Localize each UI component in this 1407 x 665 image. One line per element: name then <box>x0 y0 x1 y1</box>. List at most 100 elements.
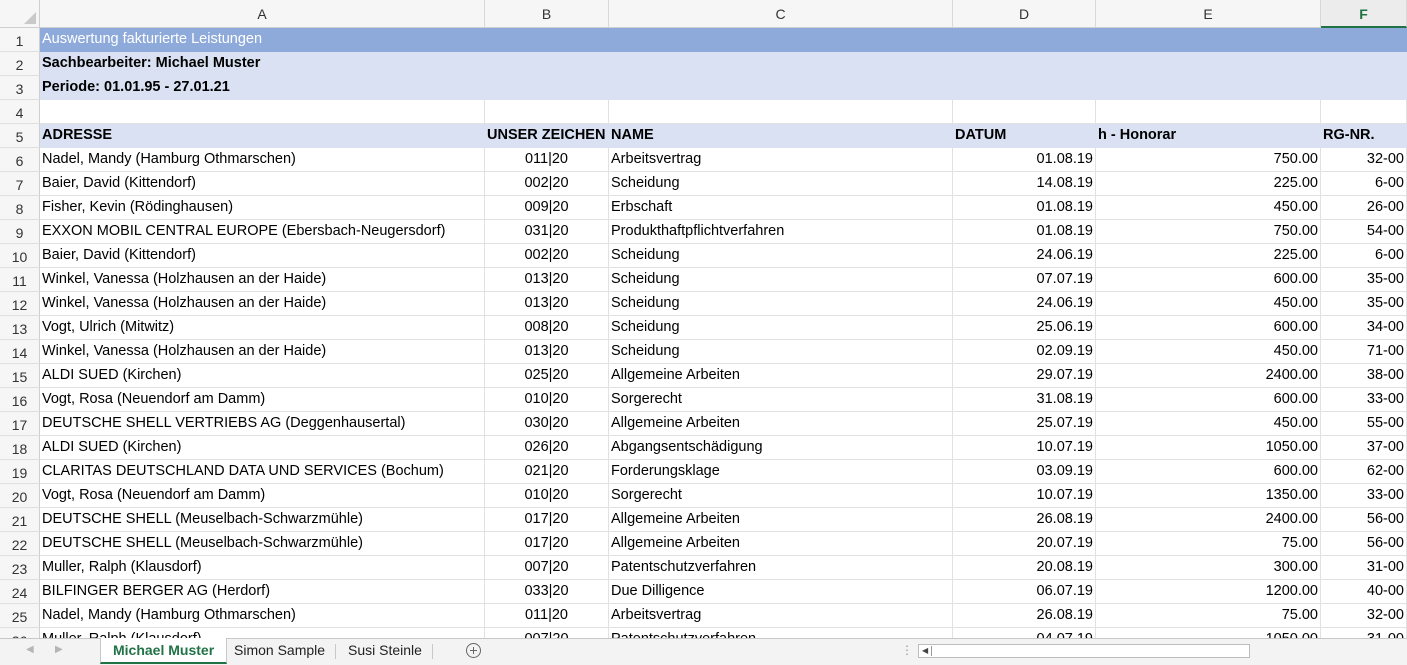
sheet-tab-simon-sample[interactable]: Simon Sample <box>222 638 337 664</box>
cell-adresse[interactable]: Nadel, Mandy (Hamburg Othmarschen) <box>40 604 485 628</box>
column-header-e[interactable]: E <box>1096 0 1321 28</box>
cell-honorar[interactable]: 1050.00 <box>1096 628 1321 638</box>
row-number[interactable]: 11 <box>0 268 40 292</box>
cell-adresse[interactable]: Vogt, Rosa (Neuendorf am Damm) <box>40 484 485 508</box>
empty-cell[interactable] <box>953 100 1096 124</box>
clerk-cell[interactable]: Sachbearbeiter: Michael Muster <box>40 52 1407 76</box>
cell-datum[interactable]: 25.07.19 <box>953 412 1096 436</box>
cell-adresse[interactable]: Baier, David (Kittendorf) <box>40 172 485 196</box>
cell-name[interactable]: Arbeitsvertrag <box>609 604 953 628</box>
split-handle-icon[interactable]: ⋮ <box>901 643 913 657</box>
row-number[interactable]: 26 <box>0 628 40 638</box>
row-number[interactable]: 24 <box>0 580 40 604</box>
cell-rg-nr[interactable]: 32-00 <box>1321 148 1407 172</box>
cell-name[interactable]: Sorgerecht <box>609 484 953 508</box>
cell-datum[interactable]: 31.08.19 <box>953 388 1096 412</box>
period-cell[interactable]: Periode: 01.01.95 - 27.01.21 <box>40 76 1407 100</box>
cell-rg-nr[interactable]: 54-00 <box>1321 220 1407 244</box>
cell-adresse[interactable]: ALDI SUED (Kirchen) <box>40 364 485 388</box>
cell-rg-nr[interactable]: 35-00 <box>1321 292 1407 316</box>
cell-datum[interactable]: 01.08.19 <box>953 220 1096 244</box>
cell-honorar[interactable]: 1200.00 <box>1096 580 1321 604</box>
empty-cell[interactable] <box>485 100 609 124</box>
sheet-tab-michael-muster[interactable]: Michael Muster <box>100 638 228 664</box>
cell-datum[interactable]: 01.08.19 <box>953 148 1096 172</box>
row-number[interactable]: 2 <box>0 52 40 76</box>
cell-honorar[interactable]: 450.00 <box>1096 292 1321 316</box>
cell-adresse[interactable]: Nadel, Mandy (Hamburg Othmarschen) <box>40 148 485 172</box>
cell-name[interactable]: Erbschaft <box>609 196 953 220</box>
cell-adresse[interactable]: ALDI SUED (Kirchen) <box>40 436 485 460</box>
row-number[interactable]: 5 <box>0 124 40 148</box>
scroll-thumb[interactable] <box>931 646 932 656</box>
report-title-cell[interactable]: Auswertung fakturierte Leistungen <box>40 28 1407 52</box>
cell-datum[interactable]: 06.07.19 <box>953 580 1096 604</box>
row-number[interactable]: 22 <box>0 532 40 556</box>
cell-name[interactable]: Scheidung <box>609 268 953 292</box>
cell-honorar[interactable]: 75.00 <box>1096 532 1321 556</box>
cell-name[interactable]: Abgangsentschädigung <box>609 436 953 460</box>
cell-rg-nr[interactable]: 6-00 <box>1321 244 1407 268</box>
cell-honorar[interactable]: 600.00 <box>1096 316 1321 340</box>
row-number[interactable]: 1 <box>0 28 40 52</box>
row-number[interactable]: 14 <box>0 340 40 364</box>
horizontal-scrollbar[interactable]: ◀ <box>918 644 1250 658</box>
header-unser-zeichen[interactable]: UNSER ZEICHEN <box>485 124 609 148</box>
cell-rg-nr[interactable]: 31-00 <box>1321 628 1407 638</box>
row-number[interactable]: 18 <box>0 436 40 460</box>
cell-unser-zeichen[interactable]: 025|20 <box>485 364 609 388</box>
cell-unser-zeichen[interactable]: 002|20 <box>485 244 609 268</box>
cell-rg-nr[interactable]: 31-00 <box>1321 556 1407 580</box>
chevron-right-icon[interactable]: ▶ <box>55 644 63 655</box>
cell-adresse[interactable]: Muller, Ralph (Klausdorf) <box>40 556 485 580</box>
row-number[interactable]: 15 <box>0 364 40 388</box>
cell-rg-nr[interactable]: 26-00 <box>1321 196 1407 220</box>
cell-adresse[interactable]: Muller, Ralph (Klausdorf) <box>40 628 485 638</box>
empty-cell[interactable] <box>609 100 953 124</box>
cell-name[interactable]: Allgemeine Arbeiten <box>609 508 953 532</box>
row-number[interactable]: 16 <box>0 388 40 412</box>
cell-adresse[interactable]: Winkel, Vanessa (Holzhausen an der Haide… <box>40 268 485 292</box>
cell-datum[interactable]: 20.07.19 <box>953 532 1096 556</box>
cell-name[interactable]: Produkthaftpflichtverfahren <box>609 220 953 244</box>
cell-datum[interactable]: 10.07.19 <box>953 484 1096 508</box>
cell-adresse[interactable]: Fisher, Kevin (Rödinghausen) <box>40 196 485 220</box>
spreadsheet-grid[interactable]: A B C D E F 1 Auswertung fakturierte Lei… <box>0 0 1407 638</box>
column-header-f[interactable]: F <box>1321 0 1407 28</box>
row-number[interactable]: 19 <box>0 460 40 484</box>
cell-unser-zeichen[interactable]: 010|20 <box>485 388 609 412</box>
cell-unser-zeichen[interactable]: 033|20 <box>485 580 609 604</box>
cell-name[interactable]: Allgemeine Arbeiten <box>609 412 953 436</box>
column-header-d[interactable]: D <box>953 0 1096 28</box>
cell-adresse[interactable]: DEUTSCHE SHELL VERTRIEBS AG (Deggenhause… <box>40 412 485 436</box>
header-rg-nr[interactable]: RG-NR. <box>1321 124 1407 148</box>
cell-name[interactable]: Allgemeine Arbeiten <box>609 532 953 556</box>
cell-rg-nr[interactable]: 33-00 <box>1321 484 1407 508</box>
cell-datum[interactable]: 24.06.19 <box>953 292 1096 316</box>
cell-adresse[interactable]: EXXON MOBIL CENTRAL EUROPE (Ebersbach-Ne… <box>40 220 485 244</box>
cell-honorar[interactable]: 300.00 <box>1096 556 1321 580</box>
cell-rg-nr[interactable]: 56-00 <box>1321 508 1407 532</box>
row-number[interactable]: 8 <box>0 196 40 220</box>
cell-rg-nr[interactable]: 62-00 <box>1321 460 1407 484</box>
chevron-left-icon[interactable]: ◀ <box>26 644 34 655</box>
header-adresse[interactable]: ADRESSE <box>40 124 485 148</box>
cell-name[interactable]: Scheidung <box>609 316 953 340</box>
cell-name[interactable]: Sorgerecht <box>609 388 953 412</box>
cell-honorar[interactable]: 600.00 <box>1096 268 1321 292</box>
header-name[interactable]: NAME <box>609 124 953 148</box>
cell-unser-zeichen[interactable]: 030|20 <box>485 412 609 436</box>
cell-honorar[interactable]: 450.00 <box>1096 340 1321 364</box>
cell-honorar[interactable]: 75.00 <box>1096 604 1321 628</box>
cell-honorar[interactable]: 225.00 <box>1096 172 1321 196</box>
row-number[interactable]: 12 <box>0 292 40 316</box>
cell-adresse[interactable]: Winkel, Vanessa (Holzhausen an der Haide… <box>40 292 485 316</box>
cell-adresse[interactable]: DEUTSCHE SHELL (Meuselbach-Schwarzmühle) <box>40 532 485 556</box>
cell-name[interactable]: Scheidung <box>609 292 953 316</box>
cell-name[interactable]: Scheidung <box>609 244 953 268</box>
row-number[interactable]: 21 <box>0 508 40 532</box>
cell-datum[interactable]: 03.09.19 <box>953 460 1096 484</box>
cell-unser-zeichen[interactable]: 013|20 <box>485 340 609 364</box>
cell-honorar[interactable]: 1350.00 <box>1096 484 1321 508</box>
cell-datum[interactable]: 26.08.19 <box>953 508 1096 532</box>
